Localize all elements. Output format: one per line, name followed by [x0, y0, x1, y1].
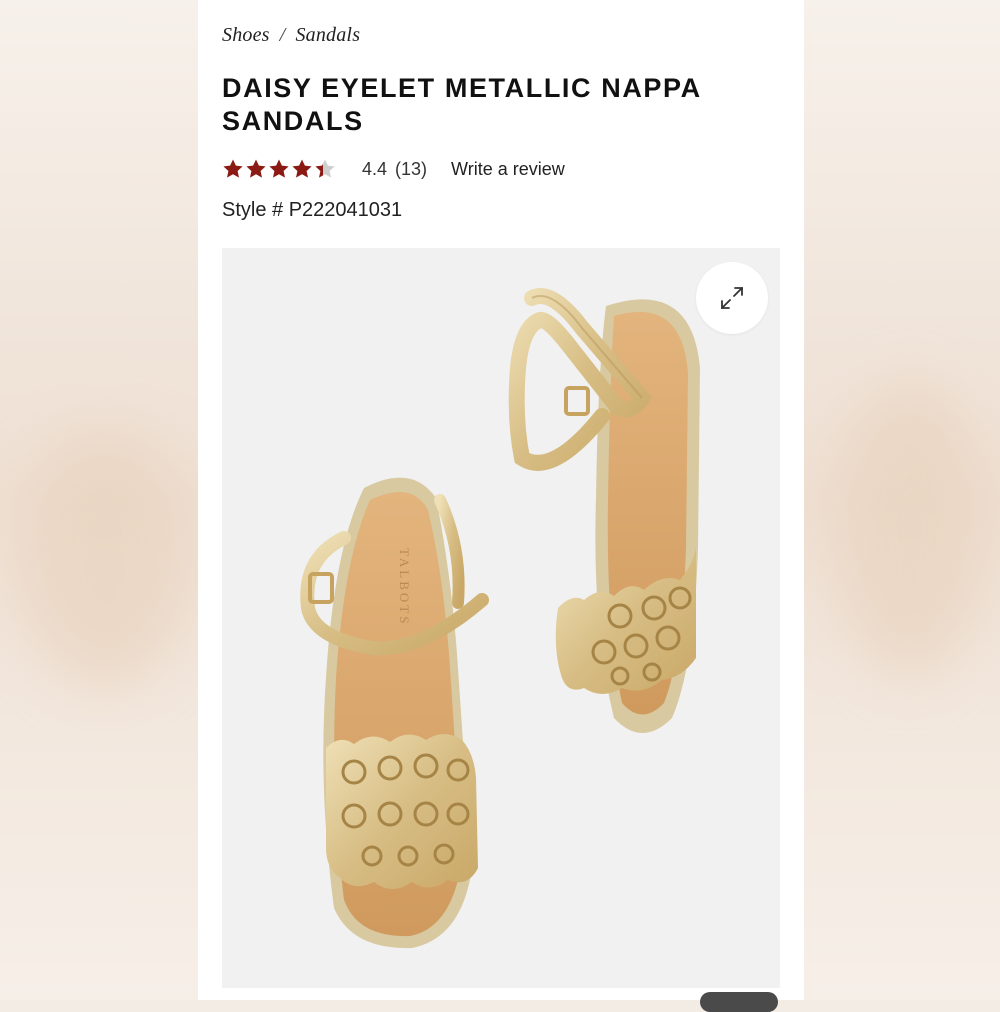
star-icon [269, 159, 289, 178]
style-value: P222041031 [288, 199, 403, 221]
rating-value: 4.4 [362, 158, 388, 179]
star-icon [223, 159, 243, 178]
product-image-sandals: TALBOTS [300, 288, 700, 949]
rating-row: 4.4 (13) Write a review [222, 154, 565, 184]
breadcrumb: Shoes / Sandals [222, 24, 360, 47]
write-review-link[interactable]: Write a review [451, 159, 565, 180]
sandal-brand-marking: TALBOTS [397, 548, 412, 626]
expand-arrows-icon [721, 287, 743, 309]
product-title: DAISY EYELET METALLIC NAPPA SANDALS [222, 73, 701, 136]
star-rating [222, 158, 336, 180]
style-label: Style # [222, 199, 284, 221]
left-sandal: TALBOTS [300, 477, 489, 949]
star-icon [246, 159, 266, 178]
breadcrumb-separator: / [279, 24, 286, 46]
breadcrumb-item-sandals[interactable]: Sandals [295, 24, 360, 46]
product-image-gallery[interactable]: TALBOTS [222, 248, 780, 988]
rating-count: (13) [395, 158, 428, 179]
expand-image-button[interactable] [696, 262, 768, 334]
star-icon [292, 159, 312, 178]
scroll-indicator [700, 992, 778, 1012]
style-number: Style # P222041031 [222, 199, 402, 222]
blurred-background-left [0, 0, 205, 1000]
breadcrumb-item-shoes[interactable]: Shoes [222, 24, 270, 46]
star-icon [315, 159, 335, 178]
product-page: Shoes / Sandals DAISY EYELET METALLIC NAPP… [198, 0, 804, 1000]
right-sandal [508, 288, 700, 733]
blurred-background-right [795, 0, 1000, 1000]
